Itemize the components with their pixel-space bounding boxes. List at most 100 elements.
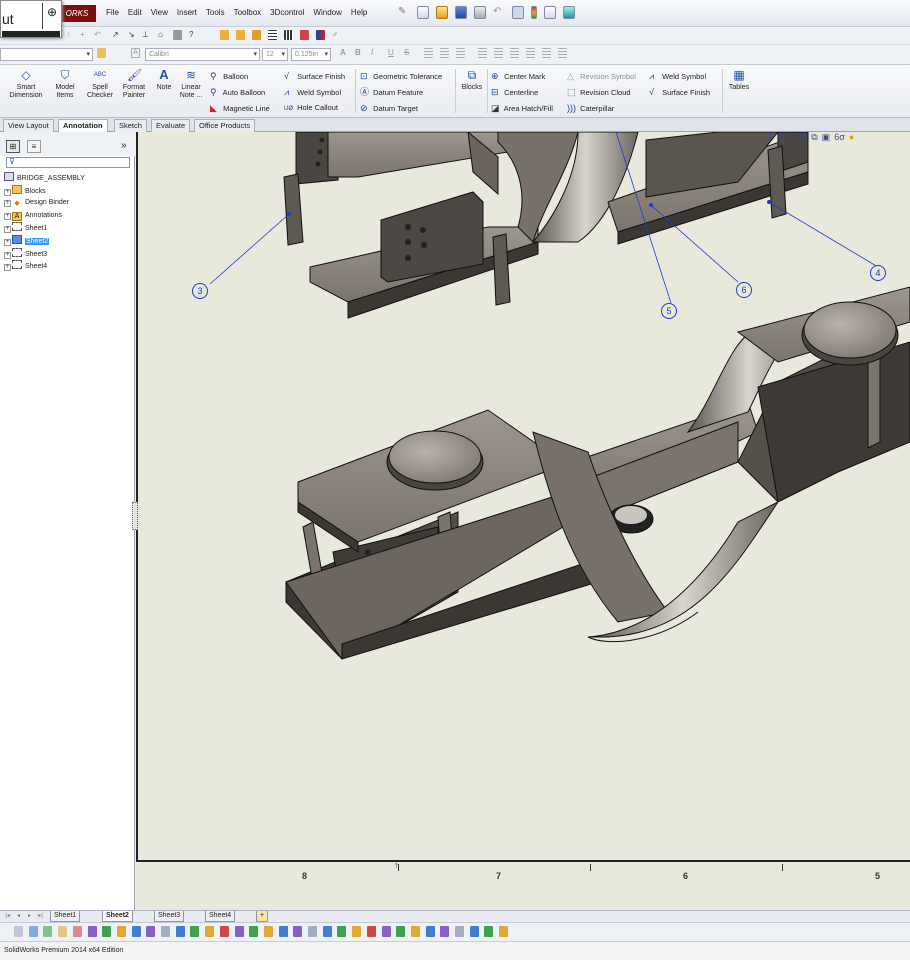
weld-symbol-button-2[interactable]: ⩘ Weld Symbol — [649, 69, 706, 83]
align-left-icon[interactable] — [424, 48, 433, 58]
tab-evaluate[interactable]: Evaluate — [151, 119, 191, 132]
menu-tools[interactable]: Tools — [206, 8, 225, 17]
select-icon[interactable] — [512, 6, 524, 19]
sketch-tool-icon[interactable] — [293, 926, 303, 937]
view-orientation-icon[interactable]: ⧉ — [811, 132, 817, 143]
add-sheet-icon[interactable]: + — [256, 911, 269, 922]
sketch-tool-icon[interactable] — [131, 926, 141, 937]
expand-panel-icon[interactable]: » — [121, 140, 127, 151]
menu-toolbox[interactable]: Toolbox — [234, 8, 262, 17]
line-weight-icon[interactable] — [268, 30, 277, 40]
solidworks-logo[interactable]: ORKS — [58, 5, 96, 22]
previous-view-icon[interactable]: ↘ — [788, 132, 796, 143]
leader-icon[interactable]: ↗ — [112, 30, 121, 40]
tab-sketch[interactable]: Sketch — [114, 119, 147, 132]
line-icon[interactable]: ⁝ — [67, 30, 76, 40]
panel-splitter-handle[interactable] — [132, 502, 138, 530]
sketch-tool-icon[interactable] — [146, 926, 156, 937]
linear-note-button[interactable]: ≋ Linear Note ... — [178, 68, 204, 100]
symbol-icon[interactable] — [494, 48, 503, 58]
new-document-icon[interactable] — [417, 6, 429, 19]
feature-manager-icon[interactable]: ⊞ — [6, 140, 20, 153]
sketch-tool-icon[interactable] — [72, 926, 82, 937]
tab-office-products[interactable]: Office Products — [194, 119, 256, 132]
save-icon[interactable] — [455, 6, 467, 19]
drawing-sheet[interactable] — [136, 132, 910, 862]
sketch-tool-icon[interactable] — [190, 926, 200, 937]
tree-item-annotations[interactable]: + A Annotations — [4, 210, 85, 223]
area-hatch-button[interactable]: ◪ Area Hatch/Fill — [491, 101, 553, 115]
slash-icon[interactable]: ↘ — [128, 30, 137, 40]
sketch-tool-icon[interactable] — [484, 926, 494, 937]
balloon-4[interactable]: 4 — [870, 265, 886, 281]
sketch-tool-icon[interactable] — [102, 926, 112, 937]
color-display-icon[interactable] — [316, 30, 325, 40]
sheet-tab-1[interactable]: Sheet1 — [50, 911, 81, 922]
sketch-tool-icon[interactable] — [43, 926, 53, 937]
numbering-icon[interactable] — [526, 48, 535, 58]
geometric-tolerance-button[interactable]: ⊡ Geometric Tolerance — [360, 69, 442, 83]
expand-icon[interactable]: + — [4, 188, 11, 196]
line-style-icon[interactable] — [284, 30, 293, 40]
sketch-tool-icon[interactable] — [14, 926, 23, 937]
layer-icon-3[interactable] — [252, 30, 261, 40]
layer-properties-icon[interactable] — [97, 48, 106, 58]
format-painter-button[interactable]: 🖌 Format Painter — [119, 68, 149, 100]
sketch-tool-icon[interactable] — [58, 926, 68, 937]
justify-icon[interactable] — [478, 48, 487, 58]
house-icon[interactable]: ⌂ — [158, 30, 167, 40]
arc-icon[interactable]: + — [80, 30, 89, 40]
font-combo[interactable]: Calibri — [145, 48, 260, 61]
layer-icon-2[interactable] — [236, 30, 245, 40]
tab-annotation[interactable]: Annotation — [58, 119, 108, 133]
sketch-tool-icon[interactable] — [440, 926, 450, 937]
first-sheet-icon[interactable]: |◂ — [3, 912, 12, 921]
expand-icon[interactable]: + — [4, 251, 11, 259]
sketch-tool-icon[interactable] — [234, 926, 244, 937]
sheet-tab-2[interactable]: Sheet2 — [102, 911, 133, 922]
options-icon[interactable] — [563, 6, 575, 19]
sketch-tool-icon[interactable] — [352, 926, 362, 937]
print-icon[interactable] — [474, 6, 486, 19]
open-folder-icon[interactable] — [436, 6, 448, 19]
expand-icon[interactable]: + — [4, 264, 11, 272]
hide-show-icon[interactable]: 6σ — [834, 132, 845, 143]
filter-input[interactable]: ⊽ — [6, 157, 130, 168]
sketch-tool-icon[interactable] — [499, 926, 509, 937]
revision-symbol-button[interactable]: △ Revision Symbol — [567, 69, 636, 83]
layer-icon-1[interactable] — [220, 30, 229, 40]
tree-item-sheet2[interactable]: + Sheet2 — [4, 234, 85, 248]
auto-balloon-button[interactable]: ⚲ Auto Balloon — [210, 85, 265, 99]
expand-icon[interactable]: + — [4, 212, 11, 220]
tree-item-blocks[interactable]: + Blocks — [4, 184, 85, 198]
drawing-area[interactable]: 3 4 5 6 ⊕ ⚲ ↘ ⟳ ⧉ ▣ 6σ ● 8 ↑ 7 6 5 — [136, 132, 910, 910]
surface-finish-button[interactable]: √ Surface Finish — [284, 69, 345, 83]
sketch-tool-icon[interactable] — [87, 926, 97, 937]
sketch-tool-icon[interactable] — [278, 926, 288, 937]
revision-cloud-button[interactable]: ⬚ Revision Cloud — [567, 85, 631, 99]
rotate-icon[interactable]: ⟳ — [800, 132, 808, 143]
tree-item-sheet4[interactable]: + Sheet4 — [4, 260, 85, 273]
balloon-3[interactable]: 3 — [192, 283, 208, 299]
property-manager-icon[interactable]: ≡ — [27, 140, 41, 153]
display-style-icon[interactable]: ▣ — [822, 132, 831, 143]
expand-icon[interactable]: + — [4, 226, 11, 234]
font-height-combo[interactable]: 0.125in — [291, 48, 331, 61]
prev-sheet-icon[interactable]: ◂ — [14, 912, 23, 921]
menu-edit[interactable]: Edit — [128, 8, 142, 17]
sketch-tool-icon[interactable] — [219, 926, 229, 937]
tree-item-design-binder[interactable]: + ◆ Design Binder — [4, 197, 85, 210]
caterpillar-button[interactable]: ))) Caterpillar — [567, 101, 614, 115]
menu-view[interactable]: View — [151, 8, 168, 17]
sketch-tool-icon[interactable] — [381, 926, 391, 937]
tables-button[interactable]: ▦ Tables — [726, 68, 752, 92]
surface-finish-button-2[interactable]: √ Surface Finish — [649, 85, 710, 99]
sketch-tool-icon[interactable] — [337, 926, 347, 937]
sketch-tool-icon[interactable] — [28, 926, 38, 937]
sheet-tab-3[interactable]: Sheet3 — [154, 911, 185, 922]
outdent-icon[interactable] — [558, 48, 567, 58]
strikethrough-icon[interactable]: S — [404, 48, 413, 58]
smart-dimension-button[interactable]: ◇ Smart Dimension — [5, 68, 47, 100]
datum-feature-button[interactable]: Ⓐ Datum Feature — [360, 85, 423, 99]
note-button[interactable]: A Note — [153, 68, 175, 92]
